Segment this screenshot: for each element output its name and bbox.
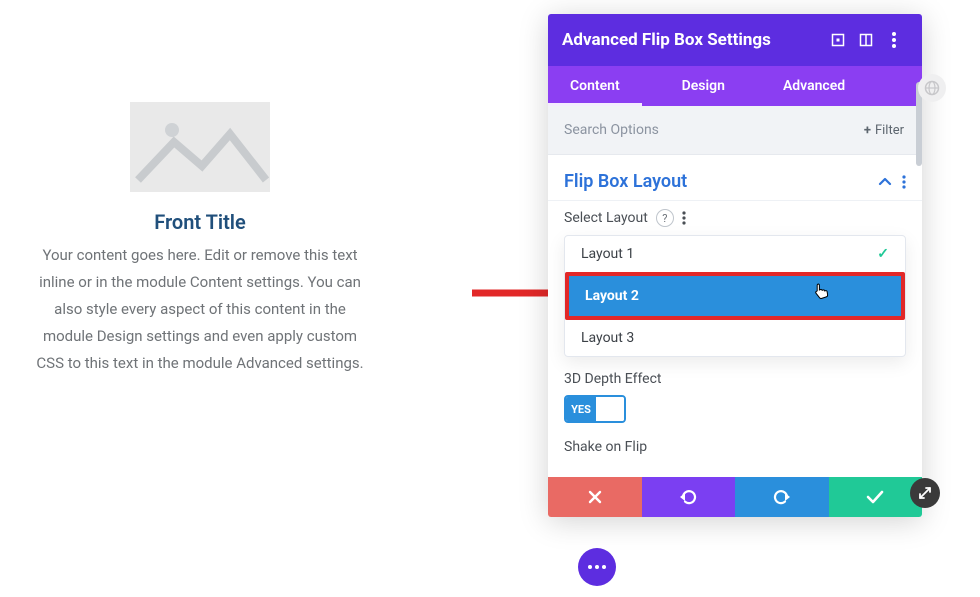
more-icon (588, 565, 606, 569)
depth-effect-label: 3D Depth Effect (564, 371, 906, 387)
tab-content[interactable]: Content (548, 66, 642, 106)
check-icon (866, 490, 884, 504)
help-icon[interactable]: ? (656, 209, 674, 227)
resize-icon (918, 486, 932, 500)
section-title[interactable]: Flip Box Layout (564, 171, 878, 192)
depth-effect-toggle[interactable]: YES (564, 395, 626, 423)
snap-icon[interactable] (852, 26, 880, 54)
layout-option-2[interactable]: Layout 2 (569, 276, 901, 316)
layout-option-2-label: Layout 2 (585, 288, 639, 304)
section-body: Select Layout ? Layout 1 ✓ Layout 2 (548, 201, 922, 477)
tab-design[interactable]: Design (664, 66, 743, 106)
image-placeholder-icon (130, 102, 270, 192)
layout-option-1-label: Layout 1 (581, 246, 634, 262)
section-flipbox-layout: Flip Box Layout (548, 155, 922, 201)
layout-option-2-wrap[interactable]: Layout 2 (565, 272, 905, 320)
toggle-yes-label: YES (566, 397, 596, 421)
undo-button[interactable] (642, 477, 736, 517)
confirm-button[interactable] (829, 477, 923, 517)
panel-tabs: Content Design Advanced (548, 66, 922, 106)
redo-button[interactable] (735, 477, 829, 517)
panel-header[interactable]: Advanced Flip Box Settings (548, 14, 922, 66)
plus-icon: + (864, 123, 871, 138)
settings-panel: Advanced Flip Box Settings Content Desig… (548, 14, 922, 517)
preview-front-content: Your content goes here. Edit or remove t… (24, 242, 376, 377)
check-icon: ✓ (877, 246, 889, 262)
panel-action-bar (548, 477, 922, 517)
more-fab[interactable] (578, 548, 616, 586)
preview-front-title: Front Title (24, 210, 376, 234)
section-kebab-icon[interactable] (902, 175, 906, 189)
close-icon (588, 490, 602, 504)
cancel-button[interactable] (548, 477, 642, 517)
flipbox-preview: Front Title Your content goes here. Edit… (24, 90, 376, 377)
layout-option-1[interactable]: Layout 1 ✓ (565, 236, 905, 272)
layout-option-3-label: Layout 3 (581, 330, 634, 346)
tab-advanced[interactable]: Advanced (765, 66, 863, 106)
search-row: Search Options + Filter (548, 106, 922, 155)
globe-icon[interactable] (918, 74, 946, 102)
option-kebab-icon[interactable] (682, 211, 686, 225)
undo-icon (679, 489, 697, 505)
panel-kebab-icon[interactable] (880, 26, 908, 54)
resize-handle[interactable] (910, 478, 940, 508)
layout-dropdown[interactable]: Layout 1 ✓ Layout 2 Layout 3 (564, 235, 906, 357)
layout-option-3[interactable]: Layout 3 (565, 320, 905, 356)
panel-title: Advanced Flip Box Settings (562, 30, 824, 50)
search-input[interactable]: Search Options (560, 116, 858, 144)
shake-on-flip-label: Shake on Flip (564, 439, 906, 455)
select-layout-row: Select Layout ? (564, 209, 906, 227)
chevron-up-icon[interactable] (878, 174, 892, 190)
redo-icon (773, 489, 791, 505)
expand-icon[interactable] (824, 26, 852, 54)
filter-button[interactable]: + Filter (858, 119, 910, 142)
filter-label: Filter (875, 123, 904, 138)
select-layout-label: Select Layout (564, 210, 648, 226)
toggle-knob (596, 397, 624, 421)
